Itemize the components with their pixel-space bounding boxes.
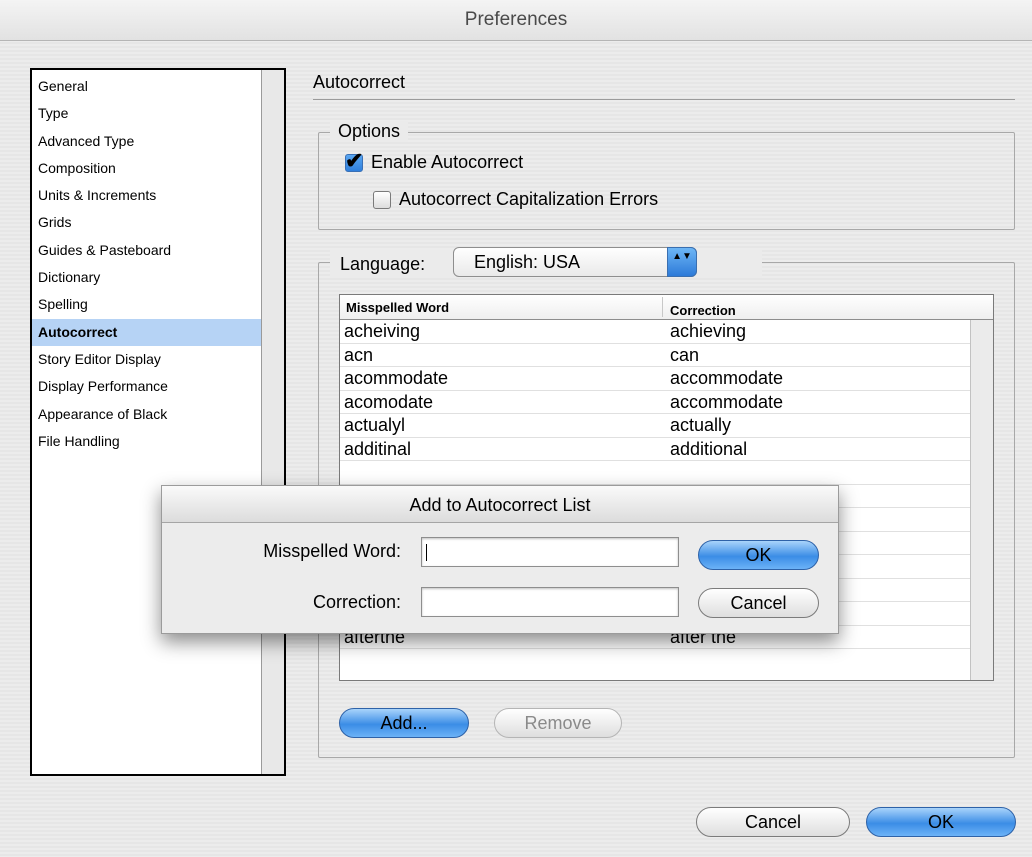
- language-value: English: USA: [474, 252, 581, 272]
- correction-cell: accommodate: [670, 391, 784, 412]
- window-title: Preferences: [464, 9, 568, 30]
- misspelled-word-cell: acomodate: [344, 391, 434, 412]
- sidebar-item-general[interactable]: General: [32, 73, 262, 100]
- sidebar-item-type[interactable]: Type: [32, 100, 262, 127]
- language-label: Language:: [340, 254, 426, 274]
- correction-label: Correction:: [312, 592, 401, 612]
- capitalization-errors-row[interactable]: Autocorrect Capitalization Errors: [373, 189, 658, 210]
- sidebar-item-units-increments[interactable]: Units & Increments: [32, 182, 262, 209]
- column-header-correction[interactable]: Correction: [670, 303, 736, 318]
- table-row[interactable]: actualyl actually: [340, 414, 971, 438]
- sidebar-item-file-handling[interactable]: File Handling: [32, 428, 262, 455]
- sidebar-item-advanced-type[interactable]: Advanced Type: [32, 128, 262, 155]
- enable-autocorrect-label[interactable]: Enable Autocorrect: [371, 152, 523, 173]
- misspelled-word-cell: actualyl: [344, 415, 406, 435]
- add-button[interactable]: Add...: [339, 708, 469, 738]
- correction-cell: additional: [670, 438, 748, 459]
- panel-title: Autocorrect: [313, 72, 406, 92]
- category-list-scrollbar[interactable]: [261, 70, 284, 774]
- enable-autocorrect-checkbox[interactable]: ✔: [345, 148, 363, 173]
- misspelled-word-cell: additinal: [344, 438, 412, 459]
- correction-cell: actually: [670, 415, 732, 435]
- misspelled-word-input[interactable]: [421, 537, 679, 567]
- sidebar-item-display-performance[interactable]: Display Performance: [32, 373, 262, 400]
- preferences-category-list[interactable]: General Type Advanced Type Composition Units…: [30, 68, 286, 776]
- sidebar-item-appearance-of-black[interactable]: Appearance of Black: [32, 401, 262, 428]
- sheet-title: Add to Autocorrect List: [162, 486, 838, 523]
- correction-cell: accommodate: [670, 368, 784, 388]
- table-row[interactable]: additinal additional: [340, 438, 971, 461]
- add-to-autocorrect-sheet: Add to Autocorrect List Misspelled Word:…: [161, 485, 839, 634]
- cancel-button[interactable]: Cancel: [696, 807, 850, 837]
- sidebar-item-autocorrect[interactable]: Autocorrect: [32, 318, 262, 346]
- sheet-ok-button[interactable]: OK: [698, 540, 819, 570]
- table-header: Misspelled Word Correction: [340, 295, 993, 320]
- window-titlebar[interactable]: Preferences: [0, 0, 1032, 41]
- correction-cell: achieving: [670, 321, 747, 341]
- misspelled-word-cell: acheiving: [344, 321, 421, 341]
- sidebar-item-grids[interactable]: Grids: [32, 209, 262, 236]
- language-popup[interactable]: English: USA ▲▼: [453, 247, 697, 277]
- remove-button: Remove: [494, 708, 622, 738]
- misspelled-word-cell: acn: [344, 344, 374, 365]
- capitalization-errors-label[interactable]: Autocorrect Capitalization Errors: [399, 189, 658, 210]
- sidebar-item-guides-pasteboard[interactable]: Guides & Pasteboard: [32, 237, 262, 264]
- sidebar-item-dictionary[interactable]: Dictionary: [32, 264, 262, 291]
- ok-button[interactable]: OK: [866, 807, 1016, 837]
- table-row[interactable]: acommodate accommodate: [340, 367, 971, 391]
- panel-title-divider: [313, 99, 1015, 100]
- options-legend: Options: [330, 121, 409, 142]
- sidebar-item-spelling[interactable]: Spelling: [32, 291, 262, 318]
- sheet-cancel-button[interactable]: Cancel: [698, 588, 819, 618]
- misspelled-word-cell: acommodate: [344, 368, 449, 388]
- misspelled-word-label: Misspelled Word:: [263, 541, 401, 561]
- column-header-misspelled-word[interactable]: Misspelled Word: [346, 300, 449, 315]
- popup-arrows-icon: ▲▼: [667, 247, 697, 277]
- sidebar-item-story-editor-display[interactable]: Story Editor Display: [32, 346, 262, 373]
- capitalization-errors-checkbox[interactable]: [373, 190, 391, 209]
- table-scrollbar[interactable]: [970, 320, 993, 680]
- table-row[interactable]: acheiving achieving: [340, 320, 971, 344]
- table-row[interactable]: acn can: [340, 344, 971, 367]
- column-divider: [662, 297, 663, 317]
- correction-input[interactable]: [421, 587, 679, 617]
- sidebar-item-composition[interactable]: Composition: [32, 155, 262, 182]
- text-cursor: [426, 544, 427, 561]
- correction-cell: can: [670, 344, 700, 365]
- checkmark-icon: ✔: [345, 147, 364, 173]
- table-row[interactable]: acomodate accommodate: [340, 391, 971, 414]
- enable-autocorrect-row[interactable]: ✔ Enable Autocorrect: [345, 148, 523, 173]
- options-group: [318, 132, 1015, 230]
- table-row[interactable]: [340, 461, 971, 485]
